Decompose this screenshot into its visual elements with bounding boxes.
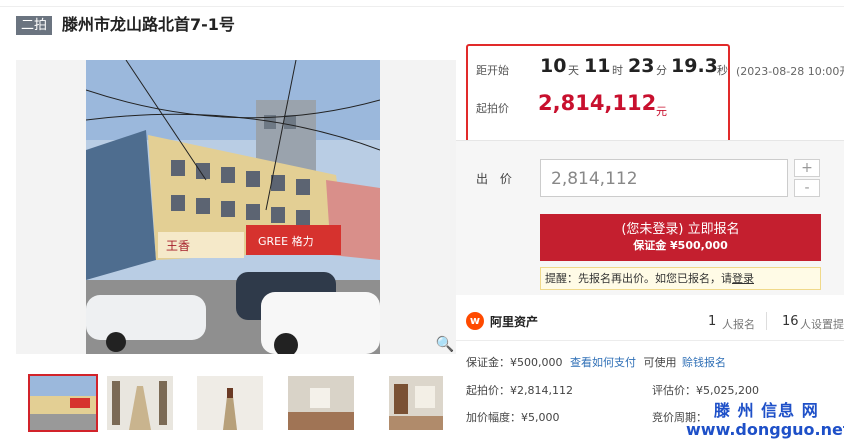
countdown-label: 距开始 xyxy=(476,64,509,77)
countdown-minutes: 23 xyxy=(628,55,655,77)
countdown-days: 10 xyxy=(540,55,567,77)
start-price-label: 起拍价 xyxy=(476,102,509,115)
reminder-count: 16 xyxy=(782,314,799,329)
thumbnail-5[interactable] xyxy=(389,376,455,430)
bid-label: 出 价 xyxy=(476,172,516,186)
signup-count: 1 xyxy=(708,314,717,329)
platform-name: 阿里资产 xyxy=(490,315,539,329)
countdown-days-unit: 天 xyxy=(568,64,579,77)
start-price-value: 2,814,112 xyxy=(538,91,657,115)
auction-round-badge: 二拍 xyxy=(16,16,52,35)
countdown-hours-unit: 时 xyxy=(612,64,623,77)
thumbnail-2[interactable] xyxy=(107,376,173,430)
increase-bid-button[interactable]: + xyxy=(794,159,820,177)
countdown-seconds-unit: 秒 xyxy=(717,64,728,77)
start-price-unit: 元 xyxy=(656,105,667,118)
lot-title: 滕州市龙山路北首7-1号 xyxy=(62,15,235,34)
signup-button[interactable]: (您未登录) 立即报名 保证金 ¥500,000 xyxy=(540,214,821,261)
watermark-url: www.dongguo.net xyxy=(686,420,844,439)
thumbnail-3[interactable] xyxy=(197,376,263,430)
thumbnail-4[interactable] xyxy=(288,376,354,430)
decrease-bid-button[interactable]: - xyxy=(794,179,820,197)
reminder-count-label: 人设置提 xyxy=(800,318,844,331)
auction-start-time: (2023-08-28 10:00开 xyxy=(736,65,844,78)
platform-divider xyxy=(456,340,844,341)
countdown-minutes-unit: 分 xyxy=(656,64,667,77)
stat-separator xyxy=(766,312,767,330)
ali-assets-logo-icon: w xyxy=(466,312,484,330)
bid-amount-input[interactable]: 2,814,112 xyxy=(540,159,788,197)
thumbnail-1[interactable] xyxy=(28,374,98,432)
deposit-row: 保证金：¥500,000 查看如何支付 可使用 赊钱报名 xyxy=(466,354,726,370)
magnifier-icon[interactable]: 🔍 xyxy=(434,333,456,355)
gree-sign-text: GREE 格力 xyxy=(258,234,314,248)
watermark-title: 滕 州 信息 网 xyxy=(714,401,819,420)
login-notice: 提醒：先报名再出价。如您已报名，请登录 xyxy=(540,267,821,290)
deposit-text: 保证金：¥500,000 xyxy=(466,356,563,369)
login-link[interactable]: 登录 xyxy=(732,272,754,285)
appraisal-price: 评估价：¥5,025,200 xyxy=(652,384,759,397)
top-divider xyxy=(0,0,844,7)
how-to-pay-link[interactable]: 查看如何支付 xyxy=(570,356,636,369)
notice-text: 提醒：先报名再出价。如您已报名，请 xyxy=(545,272,732,285)
countdown-seconds: 19.3 xyxy=(671,55,718,77)
signup-count-label: 人报名 xyxy=(722,318,755,331)
signup-deposit-label: 保证金 ¥500,000 xyxy=(633,239,728,252)
countdown-hours: 11 xyxy=(584,55,611,77)
can-use-text: 可使用 xyxy=(643,356,677,369)
start-price-detail: 起拍价：¥2,814,112 xyxy=(466,384,573,397)
main-photo[interactable]: 王香 GREE 格力 xyxy=(86,60,380,354)
shop-sign-text: 王香 xyxy=(166,239,190,253)
bid-increment: 加价幅度：¥5,000 xyxy=(466,411,560,424)
signup-button-label: (您未登录) 立即报名 xyxy=(621,222,740,237)
credit-signup-link[interactable]: 赊钱报名 xyxy=(682,356,726,369)
